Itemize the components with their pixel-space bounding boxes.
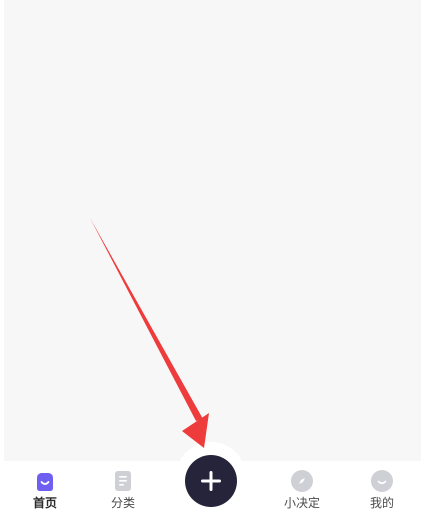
tab-mine[interactable]: 我的 — [352, 469, 412, 513]
home-icon — [37, 473, 53, 491]
main-content-area — [4, 0, 421, 463]
tab-decide[interactable]: 小决定 — [272, 469, 332, 513]
smile-face-icon — [371, 470, 393, 492]
tab-home[interactable]: 首页 — [15, 469, 75, 513]
tab-decide-label: 小决定 — [283, 496, 320, 510]
app-screen: 首页 分类 小决定 我的 — [0, 0, 425, 513]
compass-icon — [291, 470, 313, 492]
document-icon — [115, 471, 131, 491]
add-button[interactable] — [185, 455, 237, 507]
tab-mine-label: 我的 — [369, 496, 394, 510]
plus-icon — [201, 471, 221, 491]
tab-category[interactable]: 分类 — [93, 469, 153, 513]
tab-home-label: 首页 — [32, 496, 57, 510]
tab-category-label: 分类 — [110, 496, 135, 510]
